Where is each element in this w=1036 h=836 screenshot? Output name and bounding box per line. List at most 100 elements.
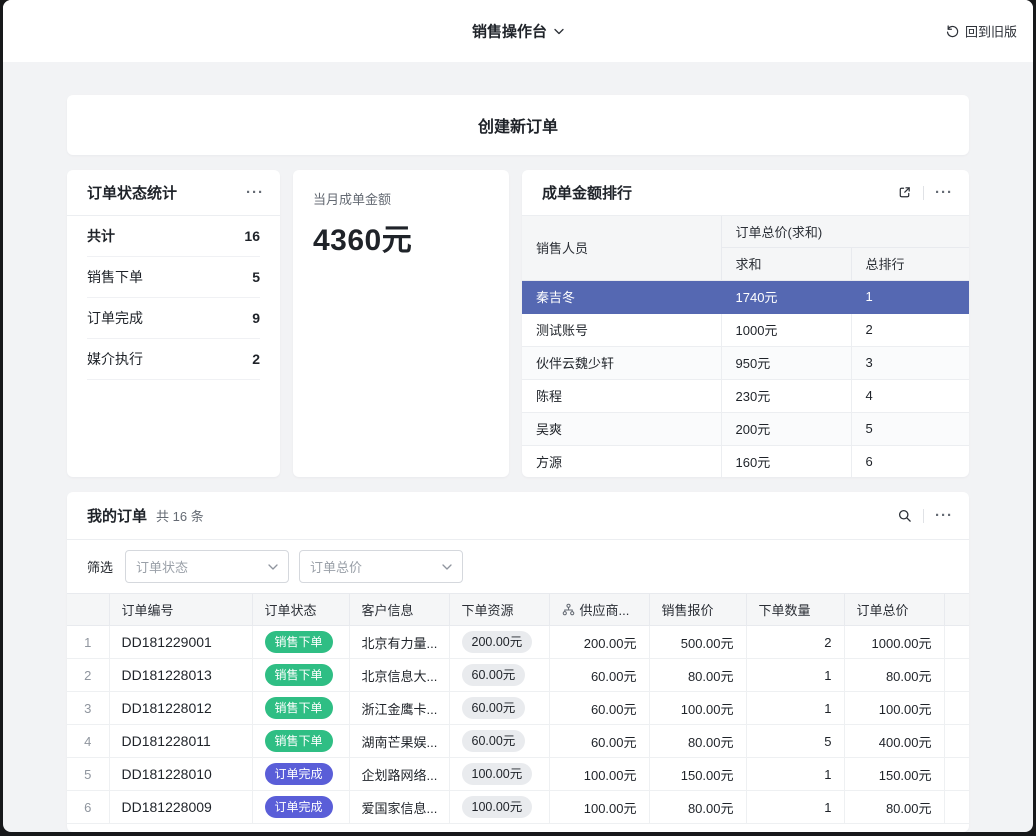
column-header-supplier[interactable]: 供应商... bbox=[549, 594, 649, 626]
status-cell: 销售下单 bbox=[252, 725, 349, 758]
resource-pill: 200.00元 bbox=[462, 631, 533, 653]
resource-pill: 100.00元 bbox=[462, 763, 533, 785]
divider bbox=[923, 509, 924, 523]
filter-placeholder: 订单状态 bbox=[136, 557, 188, 576]
customer-cell: 湖南芒果娱... bbox=[349, 725, 449, 758]
create-order-button[interactable]: 创建新订单 bbox=[67, 95, 969, 155]
divider bbox=[923, 186, 924, 200]
card-actions: ··· bbox=[897, 185, 953, 200]
column-header-total[interactable]: 订单总价 bbox=[844, 594, 944, 626]
order-row[interactable]: 2 DD181228013 销售下单 北京信息大... 60.00元 60.00… bbox=[67, 659, 969, 692]
ranking-row[interactable]: 方源 160元 6 bbox=[522, 445, 969, 477]
ranking-row[interactable]: 秦吉冬 1740元 1 bbox=[522, 280, 969, 313]
row-number-cell: 4 bbox=[67, 725, 109, 758]
chevron-down-icon bbox=[554, 28, 564, 34]
sum-cell: 230元 bbox=[721, 379, 851, 412]
status-badge: 销售下单 bbox=[265, 697, 333, 719]
status-row-sales-order[interactable]: 销售下单 5 bbox=[87, 257, 260, 298]
spacer-cell bbox=[944, 725, 969, 758]
order-no-cell: DD181229001 bbox=[109, 626, 252, 659]
order-row[interactable]: 5 DD181228010 订单完成 企划路网络... 100.00元 100.… bbox=[67, 758, 969, 791]
order-row[interactable]: 6 DD181228009 订单完成 爱国家信息... 100.00元 100.… bbox=[67, 791, 969, 824]
order-status-stats-card: 订单状态统计 ··· 共计 16 销售下单 5 订单完成 9 bbox=[67, 170, 280, 477]
status-label: 订单完成 bbox=[87, 308, 143, 328]
workspace-title-dropdown[interactable]: 销售操作台 bbox=[472, 21, 564, 42]
order-total-filter[interactable]: 订单总价 bbox=[299, 550, 463, 583]
customer-cell: 北京信息大... bbox=[349, 659, 449, 692]
orders-card-title: 我的订单 bbox=[87, 505, 147, 526]
column-header-rank[interactable]: 总排行 bbox=[851, 247, 969, 280]
row-number-cell: 2 bbox=[67, 659, 109, 692]
column-header-customer[interactable]: 客户信息 bbox=[349, 594, 449, 626]
ranking-row[interactable]: 测试账号 1000元 2 bbox=[522, 313, 969, 346]
status-row-total[interactable]: 共计 16 bbox=[87, 216, 260, 257]
status-value: 16 bbox=[244, 228, 260, 244]
spacer-cell bbox=[944, 659, 969, 692]
status-value: 9 bbox=[252, 310, 260, 326]
spacer-cell bbox=[944, 758, 969, 791]
back-to-old-version-button[interactable]: 回到旧版 bbox=[945, 22, 1017, 41]
salesperson-cell: 方源 bbox=[522, 445, 721, 477]
lookup-relation-icon bbox=[562, 603, 575, 616]
total-cell: 80.00元 bbox=[844, 791, 944, 824]
status-card-title: 订单状态统计 bbox=[87, 182, 177, 203]
order-no-cell: DD181228012 bbox=[109, 692, 252, 725]
order-row[interactable]: 3 DD181228012 销售下单 浙江金鹰卡... 60.00元 60.00… bbox=[67, 692, 969, 725]
total-cell: 150.00元 bbox=[844, 758, 944, 791]
more-options-icon[interactable]: ··· bbox=[246, 185, 264, 200]
rank-cell: 4 bbox=[851, 379, 969, 412]
quote-cell: 100.00元 bbox=[649, 692, 746, 725]
status-cell: 销售下单 bbox=[252, 692, 349, 725]
resource-cell: 60.00元 bbox=[449, 659, 549, 692]
more-options-icon[interactable]: ··· bbox=[935, 185, 953, 200]
resource-cell: 100.00元 bbox=[449, 758, 549, 791]
more-options-icon[interactable]: ··· bbox=[935, 508, 953, 523]
open-in-new-icon[interactable] bbox=[897, 185, 912, 200]
rank-cell: 5 bbox=[851, 412, 969, 445]
quote-cell: 80.00元 bbox=[649, 725, 746, 758]
status-row-order-complete[interactable]: 订单完成 9 bbox=[87, 298, 260, 339]
back-to-old-version-label: 回到旧版 bbox=[965, 22, 1017, 41]
card-actions: ··· bbox=[897, 508, 953, 523]
column-header-sum[interactable]: 求和 bbox=[721, 247, 851, 280]
topbar: 销售操作台 回到旧版 bbox=[3, 0, 1033, 62]
row-number-cell: 6 bbox=[67, 791, 109, 824]
supplier-cell: 60.00元 bbox=[549, 659, 649, 692]
resource-cell: 60.00元 bbox=[449, 725, 549, 758]
supplier-cell: 60.00元 bbox=[549, 692, 649, 725]
rank-cell: 3 bbox=[851, 346, 969, 379]
salesperson-cell: 测试账号 bbox=[522, 313, 721, 346]
content-area: 创建新订单 订单状态统计 ··· 共计 16 销售下单 5 bbox=[3, 62, 1033, 832]
column-header-spacer bbox=[944, 594, 969, 626]
column-header-resource[interactable]: 下单资源 bbox=[449, 594, 549, 626]
status-label: 共计 bbox=[87, 226, 115, 246]
spacer-cell bbox=[944, 626, 969, 659]
status-label: 媒介执行 bbox=[87, 349, 143, 369]
column-header-order-total-sum[interactable]: 订单总价(求和) bbox=[721, 216, 969, 247]
spacer-cell bbox=[944, 791, 969, 824]
column-header-quote[interactable]: 销售报价 bbox=[649, 594, 746, 626]
column-header-salesperson[interactable]: 销售人员 bbox=[522, 216, 721, 280]
order-status-filter[interactable]: 订单状态 bbox=[125, 550, 289, 583]
customer-cell: 爱国家信息... bbox=[349, 791, 449, 824]
column-header-quantity[interactable]: 下单数量 bbox=[746, 594, 844, 626]
order-row[interactable]: 4 DD181228011 销售下单 湖南芒果娱... 60.00元 60.00… bbox=[67, 725, 969, 758]
total-cell: 400.00元 bbox=[844, 725, 944, 758]
ranking-card: 成单金额排行 ··· 销售人员 订单总价(求和) bbox=[522, 170, 969, 477]
search-icon[interactable] bbox=[897, 508, 912, 523]
sum-cell: 1000元 bbox=[721, 313, 851, 346]
ranking-row[interactable]: 伙伴云魏少轩 950元 3 bbox=[522, 346, 969, 379]
ranking-row[interactable]: 吴爽 200元 5 bbox=[522, 412, 969, 445]
column-header-order-no[interactable]: 订单编号 bbox=[109, 594, 252, 626]
my-orders-card: 我的订单 共 16 条 ··· 筛选 订单状态 bbox=[67, 492, 969, 832]
column-header-status[interactable]: 订单状态 bbox=[252, 594, 349, 626]
ranking-row[interactable]: 陈程 230元 4 bbox=[522, 379, 969, 412]
status-row-media-execution[interactable]: 媒介执行 2 bbox=[87, 339, 260, 380]
dashboard-cards-row: 订单状态统计 ··· 共计 16 销售下单 5 订单完成 9 bbox=[67, 170, 969, 477]
status-cell: 销售下单 bbox=[252, 659, 349, 692]
quote-cell: 500.00元 bbox=[649, 626, 746, 659]
row-number-cell: 1 bbox=[67, 626, 109, 659]
column-header-supplier-label: 供应商... bbox=[580, 600, 630, 619]
order-row[interactable]: 1 DD181229001 销售下单 北京有力量... 200.00元 200.… bbox=[67, 626, 969, 659]
resource-pill: 100.00元 bbox=[462, 796, 533, 818]
